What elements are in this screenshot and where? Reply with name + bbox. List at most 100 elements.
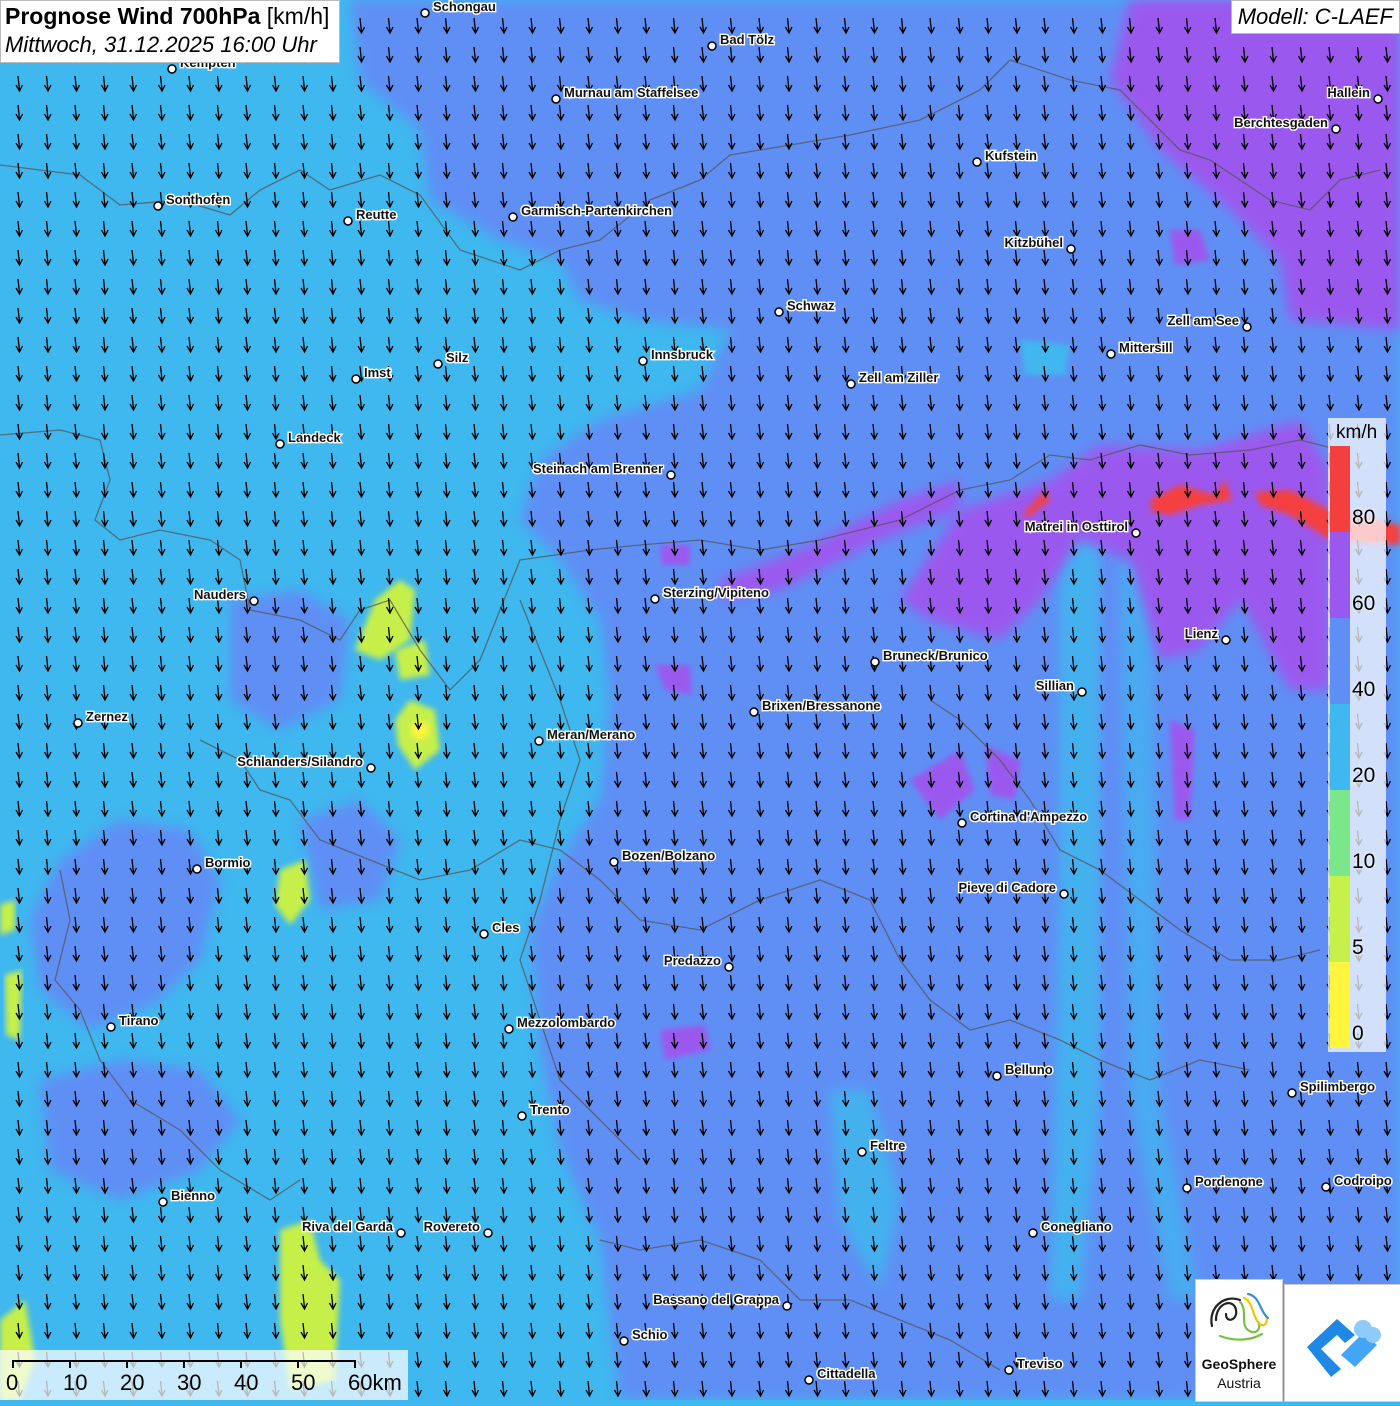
city-label: Kufstein xyxy=(985,148,1037,163)
city-label: Hallein xyxy=(1327,85,1370,100)
city-dot xyxy=(396,1228,406,1238)
city-dot xyxy=(638,356,648,366)
city-dot xyxy=(857,1147,867,1157)
scale-tick xyxy=(69,1360,71,1368)
city-label: Bormio xyxy=(205,855,251,870)
legend-swatch xyxy=(1330,618,1350,704)
city-dot xyxy=(249,596,259,606)
city-label: Schio xyxy=(632,1327,667,1342)
city-label: Schwaz xyxy=(787,298,835,313)
title-box: Prognose Wind 700hPa [km/h] Mittwoch, 31… xyxy=(0,0,341,63)
city-label: Mittersill xyxy=(1119,340,1172,355)
city-dot xyxy=(609,857,619,867)
city-label: Steinach am Brenner xyxy=(533,461,663,476)
city-dot xyxy=(167,64,177,74)
city-dot xyxy=(707,41,717,51)
legend-label: 10 xyxy=(1352,850,1376,873)
scale-bar: 0 10 20 30 40 50 60km xyxy=(0,1350,408,1400)
city-label: Zell am Ziller xyxy=(859,370,938,385)
city-dot xyxy=(1287,1088,1297,1098)
city-label: Belluno xyxy=(1005,1062,1053,1077)
city-label: Innsbruck xyxy=(651,347,714,362)
city-label: Imst xyxy=(364,365,391,380)
model-label: Modell: C-LAEF xyxy=(1230,0,1400,34)
city-label: Riva del Garda xyxy=(302,1219,394,1234)
city-label: Sterzing/Vipiteno xyxy=(663,585,769,600)
scale-tick xyxy=(354,1360,356,1368)
city-label: Zernez xyxy=(86,709,128,724)
city-dot xyxy=(1242,322,1252,332)
city-label: Codroipo xyxy=(1334,1173,1392,1188)
legend-swatch xyxy=(1330,962,1350,1048)
geosphere-mark-icon xyxy=(1210,1292,1270,1341)
city-label: Murnau am Staffelsee xyxy=(564,85,698,100)
city-dot xyxy=(972,157,982,167)
city-label: Garmisch-Partenkirchen xyxy=(521,203,672,218)
legend-label: 80 xyxy=(1352,506,1376,529)
city-dot xyxy=(782,1301,792,1311)
city-dot xyxy=(351,374,361,384)
color-legend: km/h 0 5 10 20 40 60 80 xyxy=(1328,418,1386,1052)
weather-app-logo[interactable] xyxy=(1284,1284,1400,1402)
title-bold: Prognose Wind 700hPa xyxy=(5,3,261,29)
city-label: Schlanders/Silandro xyxy=(237,754,363,769)
wind-map: SchongauBad TölzKemptenMurnau am Staffel… xyxy=(0,0,1400,1400)
city-label: Feltre xyxy=(870,1138,905,1153)
city-label: Bad Tölz xyxy=(720,32,775,47)
city-dot xyxy=(1059,889,1069,899)
scale-label: 40 xyxy=(234,1370,259,1395)
city-dot xyxy=(504,1024,514,1034)
city-dot xyxy=(275,439,285,449)
city-label: Mezzolombardo xyxy=(517,1015,615,1030)
city-dot xyxy=(1066,244,1076,254)
city-dot xyxy=(433,359,443,369)
city-dot xyxy=(992,1071,1002,1081)
legend-swatch xyxy=(1330,532,1350,618)
city-dot xyxy=(517,1111,527,1121)
city-label: Conegliano xyxy=(1041,1219,1112,1234)
city-dot xyxy=(73,718,83,728)
legend-swatch xyxy=(1330,446,1350,532)
city-label: Treviso xyxy=(1017,1356,1063,1371)
city-dot xyxy=(619,1336,629,1346)
city-label: Reutte xyxy=(356,207,396,222)
legend-label: 40 xyxy=(1352,678,1376,701)
city-label: Zell am See xyxy=(1167,313,1239,328)
geosphere-logo[interactable]: GeoSphere Austria xyxy=(1195,1279,1283,1402)
city-label: Cles xyxy=(492,920,519,935)
legend-label: 0 xyxy=(1352,1022,1364,1045)
city-label: Sonthofen xyxy=(166,192,230,207)
city-label: Pieve di Cadore xyxy=(958,880,1056,895)
geosphere-country: Austria xyxy=(1217,1375,1261,1391)
wind-zone-5-20 xyxy=(0,900,15,935)
city-dot xyxy=(1131,528,1141,538)
city-dot xyxy=(1321,1182,1331,1192)
city-dot xyxy=(846,379,856,389)
city-dot xyxy=(158,1197,168,1207)
city-label: Bozen/Bolzano xyxy=(622,848,715,863)
city-label: Matrei in Osttirol xyxy=(1025,519,1128,534)
scale-tick xyxy=(12,1360,14,1368)
map-title: Prognose Wind 700hPa [km/h] xyxy=(5,3,329,30)
city-label: Predazzo xyxy=(664,953,721,968)
city-dot xyxy=(1331,124,1341,134)
city-label: Tirano xyxy=(119,1013,159,1028)
city-dot xyxy=(479,929,489,939)
city-label: Bruneck/Brunico xyxy=(883,648,988,663)
city-dot xyxy=(1028,1228,1038,1238)
city-label: Pordenone xyxy=(1195,1174,1263,1189)
scale-tick xyxy=(183,1360,185,1368)
city-label: Sillian xyxy=(1036,678,1074,693)
scale-label: 50 xyxy=(291,1370,316,1395)
legend-label: 5 xyxy=(1352,936,1364,959)
scale-label: 20 xyxy=(120,1370,145,1395)
city-dot xyxy=(420,8,430,18)
city-dot xyxy=(957,818,967,828)
city-label: Meran/Merano xyxy=(547,727,635,742)
city-dot xyxy=(366,763,376,773)
wind-zone-0-5 xyxy=(411,721,429,739)
wind-app-icon xyxy=(1307,1319,1381,1377)
city-dot xyxy=(551,94,561,104)
city-label: Nauders xyxy=(194,587,246,602)
city-dot xyxy=(1221,635,1231,645)
